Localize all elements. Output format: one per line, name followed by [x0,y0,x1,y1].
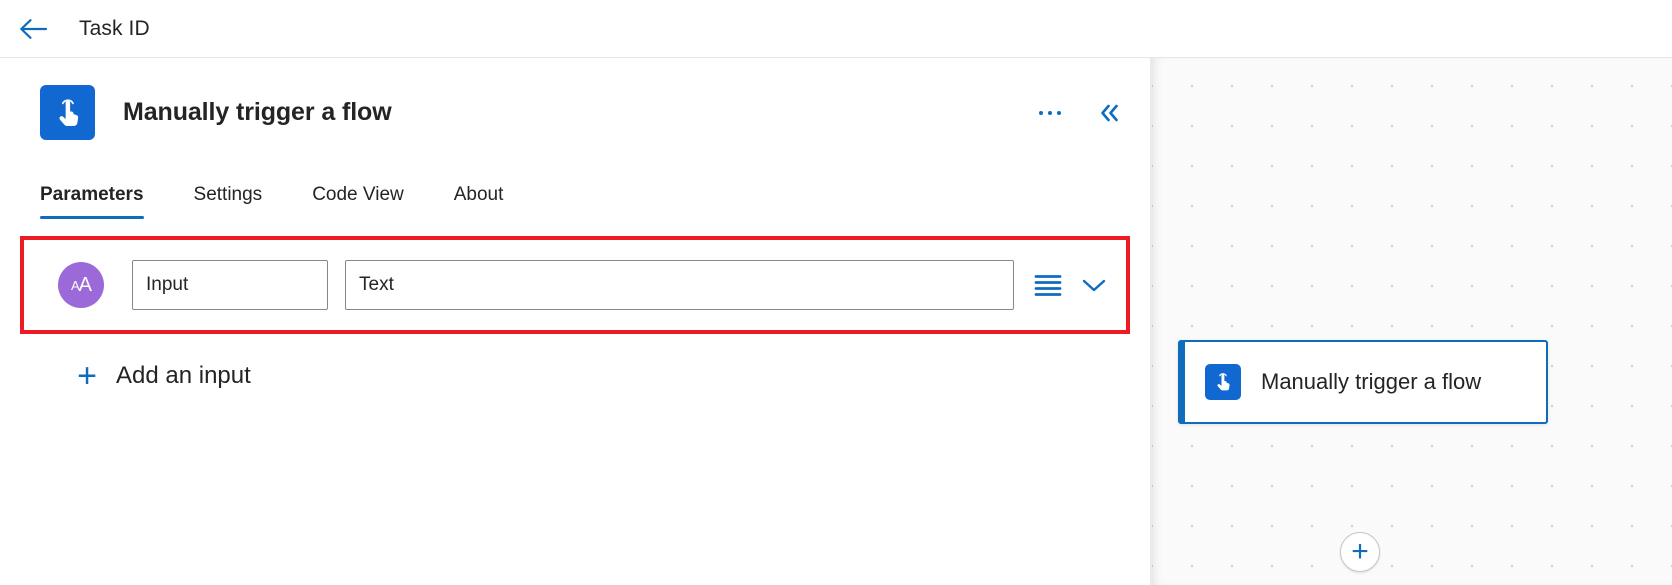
tab-about-label: About [453,184,504,205]
parameter-highlight-box: AA Input Text [20,236,1130,334]
node-title: Manually trigger a flow [123,98,392,126]
flow-node-manual-trigger[interactable]: Manually trigger a flow [1178,340,1548,424]
parameter-row: AA Input Text [24,260,1126,310]
tab-settings[interactable]: Settings [170,184,289,219]
add-input-button[interactable]: + Add an input [72,359,251,393]
input-value-field[interactable]: Text [345,260,1014,310]
page-title: Task ID [79,16,150,40]
tab-about[interactable]: About [430,184,530,219]
collapse-pane-button[interactable] [1090,96,1130,130]
plus-icon: + [1351,535,1369,568]
tab-parameters[interactable]: Parameters [40,184,170,219]
chevron-down-icon[interactable] [1074,265,1114,305]
text-type-icon-small-a: A [70,277,80,293]
arrow-left-icon [20,18,48,39]
tab-code-view-label: Code View [312,184,404,205]
node-detail-pane: Manually trigger a flow Parameters Setti… [0,58,1150,585]
tap-hand-icon [40,85,95,140]
input-value-text: Text [359,274,394,295]
node-header: Manually trigger a flow [0,58,1150,140]
canvas-left-edge [1150,58,1152,585]
content-area: Manually trigger a flow Parameters Setti… [0,58,1672,585]
back-button[interactable] [10,6,56,52]
tab-parameters-label: Parameters [40,184,144,205]
flow-node-title: Manually trigger a flow [1261,369,1482,395]
add-input-label: Add an input [116,362,251,389]
input-name-field[interactable]: Input [132,260,328,310]
ellipsis-icon [1039,111,1061,115]
more-actions-button[interactable] [1030,96,1070,130]
add-step-button[interactable]: + [1340,532,1380,572]
double-chevron-left-icon [1101,104,1118,122]
parameter-row-actions [1028,265,1114,305]
tab-settings-label: Settings [193,184,263,205]
flow-canvas[interactable]: Manually trigger a flow + [1150,58,1672,585]
tab-code-view[interactable]: Code View [288,184,430,219]
list-lines-icon[interactable] [1028,265,1068,305]
text-type-icon-large-a: A [78,273,92,296]
input-name-value: Input [146,274,189,295]
node-header-actions [1030,96,1130,130]
plus-icon: + [77,357,97,395]
tap-hand-icon [1205,364,1241,400]
top-bar: Task ID [0,0,1672,58]
detail-tabs: Parameters Settings Code View About [40,184,1150,219]
text-type-icon: AA [58,262,104,308]
